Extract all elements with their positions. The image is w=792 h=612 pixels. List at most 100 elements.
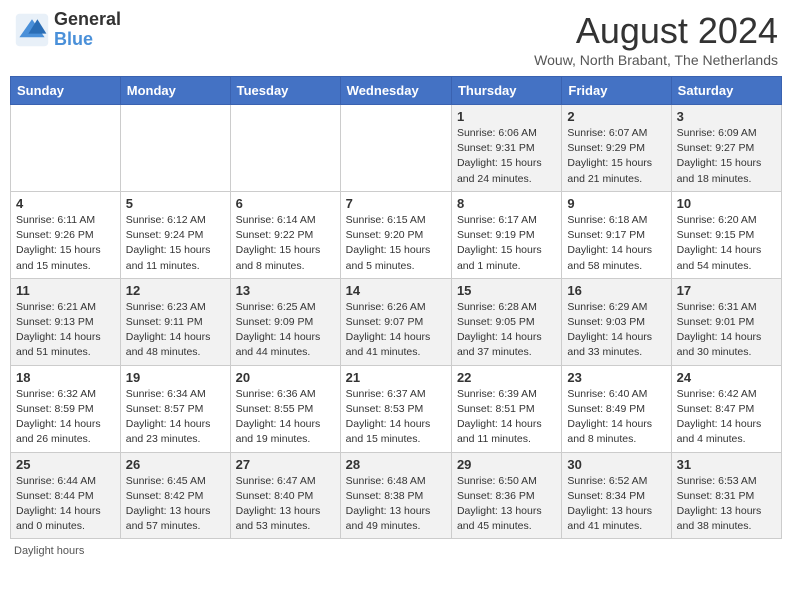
day-number: 10 (677, 196, 776, 211)
day-cell: 29Sunrise: 6:50 AM Sunset: 8:36 PM Dayli… (451, 452, 561, 539)
day-info: Sunrise: 6:21 AM Sunset: 9:13 PM Dayligh… (16, 300, 115, 361)
column-header-monday: Monday (120, 77, 230, 105)
day-number: 4 (16, 196, 115, 211)
day-number: 21 (346, 370, 446, 385)
day-info: Sunrise: 6:18 AM Sunset: 9:17 PM Dayligh… (567, 213, 665, 274)
day-number: 27 (236, 457, 335, 472)
day-number: 25 (16, 457, 115, 472)
day-info: Sunrise: 6:26 AM Sunset: 9:07 PM Dayligh… (346, 300, 446, 361)
day-info: Sunrise: 6:36 AM Sunset: 8:55 PM Dayligh… (236, 387, 335, 448)
day-info: Sunrise: 6:20 AM Sunset: 9:15 PM Dayligh… (677, 213, 776, 274)
day-number: 2 (567, 109, 665, 124)
day-info: Sunrise: 6:34 AM Sunset: 8:57 PM Dayligh… (126, 387, 225, 448)
logo-icon (14, 12, 50, 48)
day-cell: 19 Sunrise: 6:34 AM Sunset: 8:57 PM Dayli… (120, 365, 230, 452)
day-info: Sunrise: 6:45 AM Sunset: 8:42 PM Dayligh… (126, 474, 225, 535)
day-number: 28 (346, 457, 446, 472)
day-info: Sunrise: 6:32 AM Sunset: 8:59 PM Dayligh… (16, 387, 115, 448)
week-row-5: 25 Sunrise: 6:44 AM Sunset: 8:44 PM Dayli… (11, 452, 782, 539)
day-cell: 16 Sunrise: 6:29 AM Sunset: 9:03 PM Dayli… (562, 278, 671, 365)
day-cell: 23Sunrise: 6:40 AM Sunset: 8:49 PM Dayli… (562, 365, 671, 452)
day-cell: 1Sunrise: 6:06 AM Sunset: 9:31 PM Daylig… (451, 105, 561, 192)
day-info: Sunrise: 6:28 AM Sunset: 9:05 PM Dayligh… (457, 300, 556, 361)
day-number: 26 (126, 457, 225, 472)
day-cell: 8Sunrise: 6:17 AM Sunset: 9:19 PM Daylig… (451, 191, 561, 278)
day-number: 30 (567, 457, 665, 472)
day-number: 17 (677, 283, 776, 298)
day-info: Sunrise: 6:50 AM Sunset: 8:36 PM Dayligh… (457, 474, 556, 535)
day-cell: 26 Sunrise: 6:45 AM Sunset: 8:42 PM Dayli… (120, 452, 230, 539)
calendar-header-row: SundayMondayTuesdayWednesdayThursdayFrid… (11, 77, 782, 105)
day-cell: 28 Sunrise: 6:48 AM Sunset: 8:38 PM Dayli… (340, 452, 451, 539)
day-info: Sunrise: 6:06 AM Sunset: 9:31 PM Dayligh… (457, 126, 556, 187)
page-header: General Blue August 2024 Wouw, North Bra… (10, 10, 782, 68)
day-cell: 22 Sunrise: 6:39 AM Sunset: 8:51 PM Dayli… (451, 365, 561, 452)
column-header-thursday: Thursday (451, 77, 561, 105)
week-row-3: 11 Sunrise: 6:21 AM Sunset: 9:13 PM Dayli… (11, 278, 782, 365)
day-cell (11, 105, 121, 192)
day-cell: 5Sunrise: 6:12 AM Sunset: 9:24 PM Daylig… (120, 191, 230, 278)
day-info: Sunrise: 6:37 AM Sunset: 8:53 PM Dayligh… (346, 387, 446, 448)
day-cell: 13Sunrise: 6:25 AM Sunset: 9:09 PM Dayli… (230, 278, 340, 365)
day-number: 16 (567, 283, 665, 298)
day-info: Sunrise: 6:15 AM Sunset: 9:20 PM Dayligh… (346, 213, 446, 274)
day-cell: 11 Sunrise: 6:21 AM Sunset: 9:13 PM Dayli… (11, 278, 121, 365)
day-cell (230, 105, 340, 192)
day-number: 7 (346, 196, 446, 211)
logo-line1: General (54, 10, 121, 30)
column-header-friday: Friday (562, 77, 671, 105)
day-number: 20 (236, 370, 335, 385)
day-cell: 15 Sunrise: 6:28 AM Sunset: 9:05 PM Dayli… (451, 278, 561, 365)
day-cell: 20 Sunrise: 6:36 AM Sunset: 8:55 PM Dayli… (230, 365, 340, 452)
day-info: Sunrise: 6:11 AM Sunset: 9:26 PM Dayligh… (16, 213, 115, 274)
day-number: 6 (236, 196, 335, 211)
day-number: 22 (457, 370, 556, 385)
day-info: Sunrise: 6:39 AM Sunset: 8:51 PM Dayligh… (457, 387, 556, 448)
day-number: 31 (677, 457, 776, 472)
day-info: Sunrise: 6:47 AM Sunset: 8:40 PM Dayligh… (236, 474, 335, 535)
title-block: August 2024 Wouw, North Brabant, The Net… (534, 10, 778, 68)
day-number: 23 (567, 370, 665, 385)
location: Wouw, North Brabant, The Netherlands (534, 52, 778, 68)
day-number: 14 (346, 283, 446, 298)
day-cell: 31 Sunrise: 6:53 AM Sunset: 8:31 PM Dayli… (671, 452, 781, 539)
day-info: Sunrise: 6:48 AM Sunset: 8:38 PM Dayligh… (346, 474, 446, 535)
day-cell: 25 Sunrise: 6:44 AM Sunset: 8:44 PM Dayli… (11, 452, 121, 539)
day-info: Sunrise: 6:29 AM Sunset: 9:03 PM Dayligh… (567, 300, 665, 361)
column-header-saturday: Saturday (671, 77, 781, 105)
month-title: August 2024 (534, 10, 778, 52)
column-header-tuesday: Tuesday (230, 77, 340, 105)
day-cell: 9 Sunrise: 6:18 AM Sunset: 9:17 PM Daylig… (562, 191, 671, 278)
day-cell (120, 105, 230, 192)
day-number: 9 (567, 196, 665, 211)
day-cell (340, 105, 451, 192)
day-cell: 2 Sunrise: 6:07 AM Sunset: 9:29 PM Daylig… (562, 105, 671, 192)
week-row-4: 18Sunrise: 6:32 AM Sunset: 8:59 PM Dayli… (11, 365, 782, 452)
column-header-sunday: Sunday (11, 77, 121, 105)
day-info: Sunrise: 6:31 AM Sunset: 9:01 PM Dayligh… (677, 300, 776, 361)
day-info: Sunrise: 6:44 AM Sunset: 8:44 PM Dayligh… (16, 474, 115, 535)
day-cell: 7 Sunrise: 6:15 AM Sunset: 9:20 PM Daylig… (340, 191, 451, 278)
day-number: 3 (677, 109, 776, 124)
day-number: 15 (457, 283, 556, 298)
day-cell: 4 Sunrise: 6:11 AM Sunset: 9:26 PM Daylig… (11, 191, 121, 278)
logo-line2: Blue (54, 30, 121, 50)
day-info: Sunrise: 6:17 AM Sunset: 9:19 PM Dayligh… (457, 213, 556, 274)
logo: General Blue (14, 10, 121, 50)
day-number: 12 (126, 283, 225, 298)
day-cell: 6 Sunrise: 6:14 AM Sunset: 9:22 PM Daylig… (230, 191, 340, 278)
day-number: 19 (126, 370, 225, 385)
day-info: Sunrise: 6:52 AM Sunset: 8:34 PM Dayligh… (567, 474, 665, 535)
day-cell: 14 Sunrise: 6:26 AM Sunset: 9:07 PM Dayli… (340, 278, 451, 365)
day-info: Sunrise: 6:14 AM Sunset: 9:22 PM Dayligh… (236, 213, 335, 274)
day-cell: 17 Sunrise: 6:31 AM Sunset: 9:01 PM Dayli… (671, 278, 781, 365)
day-cell: 12Sunrise: 6:23 AM Sunset: 9:11 PM Dayli… (120, 278, 230, 365)
day-cell: 30 Sunrise: 6:52 AM Sunset: 8:34 PM Dayli… (562, 452, 671, 539)
day-cell: 27 Sunrise: 6:47 AM Sunset: 8:40 PM Dayli… (230, 452, 340, 539)
day-number: 24 (677, 370, 776, 385)
day-number: 11 (16, 283, 115, 298)
day-info: Sunrise: 6:07 AM Sunset: 9:29 PM Dayligh… (567, 126, 665, 187)
day-cell: 24Sunrise: 6:42 AM Sunset: 8:47 PM Dayli… (671, 365, 781, 452)
day-info: Sunrise: 6:53 AM Sunset: 8:31 PM Dayligh… (677, 474, 776, 535)
day-number: 13 (236, 283, 335, 298)
